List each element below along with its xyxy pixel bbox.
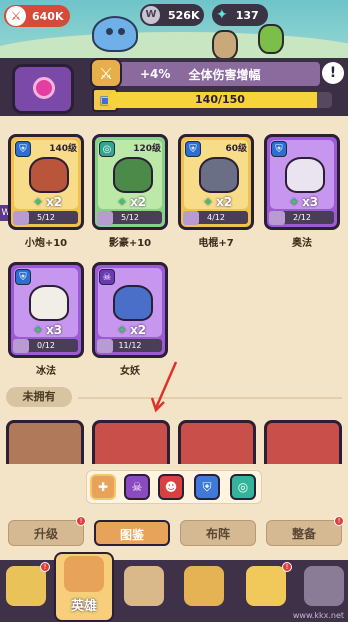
hero-name: 小炮+10 [24,238,68,249]
shield-icon: ⛨ [271,141,287,157]
hero-card[interactable]: ⛨ 60级 ✦ x2 4/12 [178,134,254,230]
power-display: ⚔ 640K [4,5,70,27]
hero-count: ✦ x2 [33,195,63,209]
buff-percent: +4% [140,67,171,81]
enemy-knight [212,30,238,60]
locked-hero-card[interactable] [264,420,342,464]
pointer-arrow [150,361,178,413]
nav-heroes-label: 英雄 [70,599,97,614]
filter-shield-icon[interactable]: ⛨ [194,474,220,500]
nav-crown-icon[interactable] [6,566,46,606]
attack-up-icon: ⚔ [90,58,122,88]
notification-dot: ! [334,516,344,526]
buff-text: 全体伤害增幅 [188,67,261,82]
nav-gear-icon[interactable] [246,566,286,606]
filter-skull-icon[interactable]: ☠ [124,474,150,500]
upgrade-gem-icon: ✦ [117,195,128,209]
hero-name: 奥法 [292,238,312,249]
hero-count: ✦ x3 [33,323,63,337]
upgrade-gem-icon: ✦ [117,323,128,337]
hero-card[interactable]: ⛨ ✦ x3 2/12 [264,134,340,230]
locked-hero-card[interactable] [178,420,256,464]
upgrade-gem-icon: ✦ [203,195,214,209]
gem-value: 137 [235,8,259,22]
nav-helmet-icon[interactable] [184,566,224,606]
hero-level: 60级 [225,144,247,154]
sword-icon: ⚔ [6,6,26,26]
hero-count: ✦ x2 [117,323,147,337]
hero-shard-icon [97,211,113,225]
coin-icon: W [142,6,160,24]
hero-portrait [29,157,69,193]
upgrade-gem-icon: ✦ [33,323,44,337]
swirl-icon: ◎ [99,141,115,157]
hero-portrait [113,157,153,193]
shield-icon: ⛨ [185,141,201,157]
enemy-goblin [258,24,284,54]
nav-hero-icon [64,556,104,592]
tab-codex[interactable]: 图鉴 [94,520,170,546]
hero-level: 140级 [49,144,77,154]
codex-book-icon[interactable] [12,64,74,114]
hero-card[interactable]: ◎ 120级 ✦ x2 5/12 [92,134,168,230]
locked-hero-card[interactable] [6,420,84,464]
info-button[interactable]: ! [322,62,344,84]
collection-progress-bar: 140/150 [108,92,332,108]
hero-card[interactable]: ☠ ✦ x2 11/12 [92,262,168,358]
notification-dot: ! [76,516,86,526]
damage-buff-row: +4% 全体伤害增幅 [96,62,320,86]
hero-portrait [199,157,239,193]
hero-level: 120级 [133,144,161,154]
hero-name: 电棍+7 [198,238,234,249]
coin-value: 526K [168,8,200,22]
hero-card[interactable]: ⛨ 140级 ✦ x2 5/12 [8,134,84,230]
hero-shard-icon [13,339,29,353]
tab-equip[interactable]: 整备 [266,520,342,546]
hero-count: ✦ x2 [117,195,147,209]
hero-count: ✦ x3 [289,195,319,209]
collection-progress-text: 140/150 [195,93,245,106]
tab-formation[interactable]: 布阵 [180,520,256,546]
not-owned-header: 未拥有 [6,387,72,407]
gem-display[interactable]: ✦ 137 [212,4,268,26]
hero-shard-icon [97,339,113,353]
hero-shard-icon [13,211,29,225]
filter-swirl-icon[interactable]: ◎ [230,474,256,500]
filter-all-icon[interactable]: ✚ [90,474,116,500]
hero-name: 冰法 [36,366,56,377]
gem-icon: ✦ [216,7,228,23]
section-divider [78,397,342,399]
notification-dot: ! [282,562,292,572]
hero-portrait [113,285,153,321]
hero-count: ✦ x2 [203,195,233,209]
shield-icon: ⛨ [15,141,31,157]
upgrade-gem-icon: ✦ [289,195,300,209]
hero-shard-icon [183,211,199,225]
coin-display[interactable]: W 526K [140,4,204,26]
notification-dot: ! [40,562,50,572]
skull-icon: ☠ [99,269,115,285]
hero-portrait [29,285,69,321]
locked-hero-card[interactable] [92,420,170,464]
upgrade-gem-icon: ✦ [33,195,44,209]
nav-lock-icon[interactable] [304,566,344,606]
tab-upgrade[interactable]: 升级 [8,520,84,546]
ghost-pet [92,16,138,52]
hero-portrait [285,157,325,193]
nav-sword-icon[interactable] [124,566,164,606]
watermark: www.kkx.net [292,611,344,620]
hero-card[interactable]: ⛨ ✦ x3 0/12 [8,262,84,358]
filter-mask-icon[interactable]: ☻ [158,474,184,500]
shield-icon: ⛨ [15,269,31,285]
hero-shard-icon [269,211,285,225]
hero-name: 影豪+10 [108,238,152,249]
power-value: 640K [32,9,64,23]
